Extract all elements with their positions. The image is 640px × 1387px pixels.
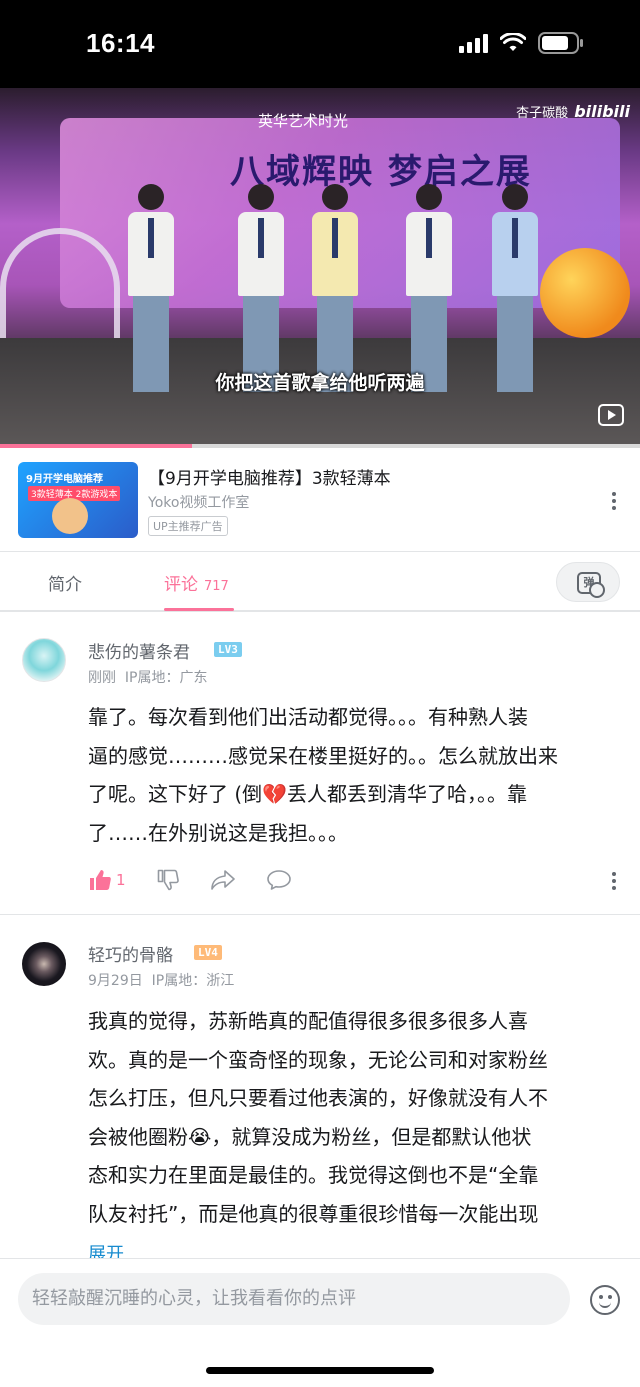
home-indicator — [206, 1367, 434, 1374]
tab-active-indicator — [164, 608, 234, 611]
like-count: 1 — [116, 871, 126, 889]
video-subtitle: 你把这首歌拿给他听两遍 — [215, 372, 425, 394]
battery-icon — [538, 32, 583, 54]
comment-line: 逼的感觉………感觉呆在楼里挺好的。。怎么就放出来 — [88, 743, 558, 768]
thumbs-down-icon — [157, 869, 179, 891]
thumbs-up-icon — [90, 870, 111, 890]
performer — [492, 184, 538, 394]
comment-meta: 刚刚 IP属地：广东 — [88, 667, 207, 687]
status-icons — [459, 32, 584, 54]
gate-graphic — [0, 228, 120, 348]
ad-badge: UP主推荐广告 — [148, 516, 228, 536]
comment-line: 怎么打压，但凡只要看过他表演的，好像就没有人不 — [88, 1086, 548, 1110]
avatar[interactable] — [22, 638, 66, 682]
tab-bar: 简介 评论 717 弹 — [0, 552, 640, 612]
ad-author: Yoko视频工作室 — [148, 495, 250, 511]
comment-ip: IP属地：广东 — [124, 670, 208, 686]
watermark-user: 杏子碳酸 — [516, 106, 569, 121]
comment-line: 了……在外别说这是我担。。。 — [88, 820, 348, 845]
comment-line: 我真的觉得，苏新皓真的配值得很多很多很多人喜 — [88, 1009, 528, 1033]
comment-ip: IP属地：浙江 — [151, 973, 235, 989]
comment-username[interactable]: 悲伤的薯条君 — [88, 638, 190, 663]
danmaku-play-icon[interactable] — [598, 404, 624, 426]
reply-button[interactable] — [266, 868, 292, 892]
dog-image — [52, 498, 88, 534]
video-player[interactable]: 英华艺术时光 八域辉映 梦启之展 杏子碳酸 bilibili 你把这首歌拿给他听… — [0, 88, 640, 446]
tab-intro[interactable]: 简介 — [48, 570, 82, 595]
cellular-signal-icon — [459, 33, 488, 53]
comment-more-icon[interactable] — [612, 872, 616, 890]
watermark-brand: bilibili — [574, 102, 630, 121]
comment-input[interactable]: 轻轻敲醒沉睡的心灵，让我看看你的点评 — [18, 1273, 570, 1325]
video-watermark: 杏子碳酸 bilibili — [516, 102, 630, 121]
ad-more-icon[interactable] — [612, 492, 616, 510]
danmaku-toggle-button[interactable]: 弹 — [556, 562, 620, 602]
comment-divider — [0, 914, 640, 915]
tab-comments-count: 717 — [204, 579, 229, 594]
performer — [128, 184, 174, 394]
comment-line: 态和实力在里面是最佳的。我觉得这倒也不是“全靠 — [88, 1163, 539, 1187]
share-button[interactable] — [210, 868, 236, 892]
status-bar: 16:14 — [0, 0, 640, 88]
comment-actions: 1 — [88, 868, 292, 892]
comment-line: 会被他圈粉😭，就算没成为粉丝，但是都默认他状 — [88, 1124, 532, 1149]
comment-username[interactable]: 轻巧的骨骼 — [88, 941, 173, 966]
performer — [238, 184, 284, 394]
tab-comments[interactable]: 评论 717 — [164, 570, 229, 595]
status-time: 16:14 — [86, 28, 155, 58]
chat-bubble-icon — [266, 870, 291, 890]
level-badge: LV4 — [194, 945, 222, 960]
performer — [406, 184, 452, 394]
share-icon — [210, 870, 235, 890]
comment-time: 9月29日 — [88, 973, 143, 989]
comment-input-bar: 轻轻敲醒沉睡的心灵，让我看看你的点评 — [0, 1258, 640, 1387]
banner-brand: 英华艺术时光 — [258, 112, 349, 130]
comment-meta: 9月29日 IP属地：浙江 — [88, 970, 234, 990]
ad-thumb-line1: 9月开学电脑推荐 — [26, 474, 103, 485]
planet-graphic — [540, 248, 630, 338]
comment-text: 靠了。每次看到他们出活动都觉得。。。有种熟人装 逼的感觉………感觉呆在楼里挺好的… — [88, 698, 618, 852]
performer — [312, 184, 358, 394]
emoji-icon[interactable] — [590, 1285, 620, 1315]
ad-thumbnail[interactable]: 9月开学电脑推荐 3款轻薄本 2款游戏本 — [18, 462, 138, 538]
tab-comments-label: 评论 — [164, 575, 198, 595]
level-badge: LV3 — [214, 642, 242, 657]
comment-text: 我真的觉得，苏新皓真的配值得很多很多很多人喜 欢。真的是一个蛮奇怪的现象，无论公… — [88, 1002, 618, 1233]
comment-line: 了呢。这下好了 (倒💔丢人都丢到清华了哈，。。靠 — [88, 782, 528, 806]
like-button[interactable]: 1 — [88, 868, 126, 892]
dislike-button[interactable] — [156, 868, 180, 892]
ad-title[interactable]: 【9月开学电脑推荐】3款轻薄本 — [148, 464, 391, 489]
comment-line: 靠了。每次看到他们出活动都觉得。。。有种熟人装 — [88, 705, 528, 729]
danmaku-icon: 弹 — [577, 572, 605, 598]
ad-card[interactable]: 9月开学电脑推荐 3款轻薄本 2款游戏本 【9月开学电脑推荐】3款轻薄本 Yok… — [0, 448, 640, 552]
wifi-icon — [500, 33, 526, 51]
comment-line: 队友衬托”，而是他真的很尊重很珍惜每一次能出现 — [88, 1201, 539, 1226]
comment-time: 刚刚 — [88, 670, 116, 686]
comment-line: 欢。真的是一个蛮奇怪的现象，无论公司和对家粉丝 — [88, 1047, 548, 1072]
avatar[interactable] — [22, 942, 66, 986]
